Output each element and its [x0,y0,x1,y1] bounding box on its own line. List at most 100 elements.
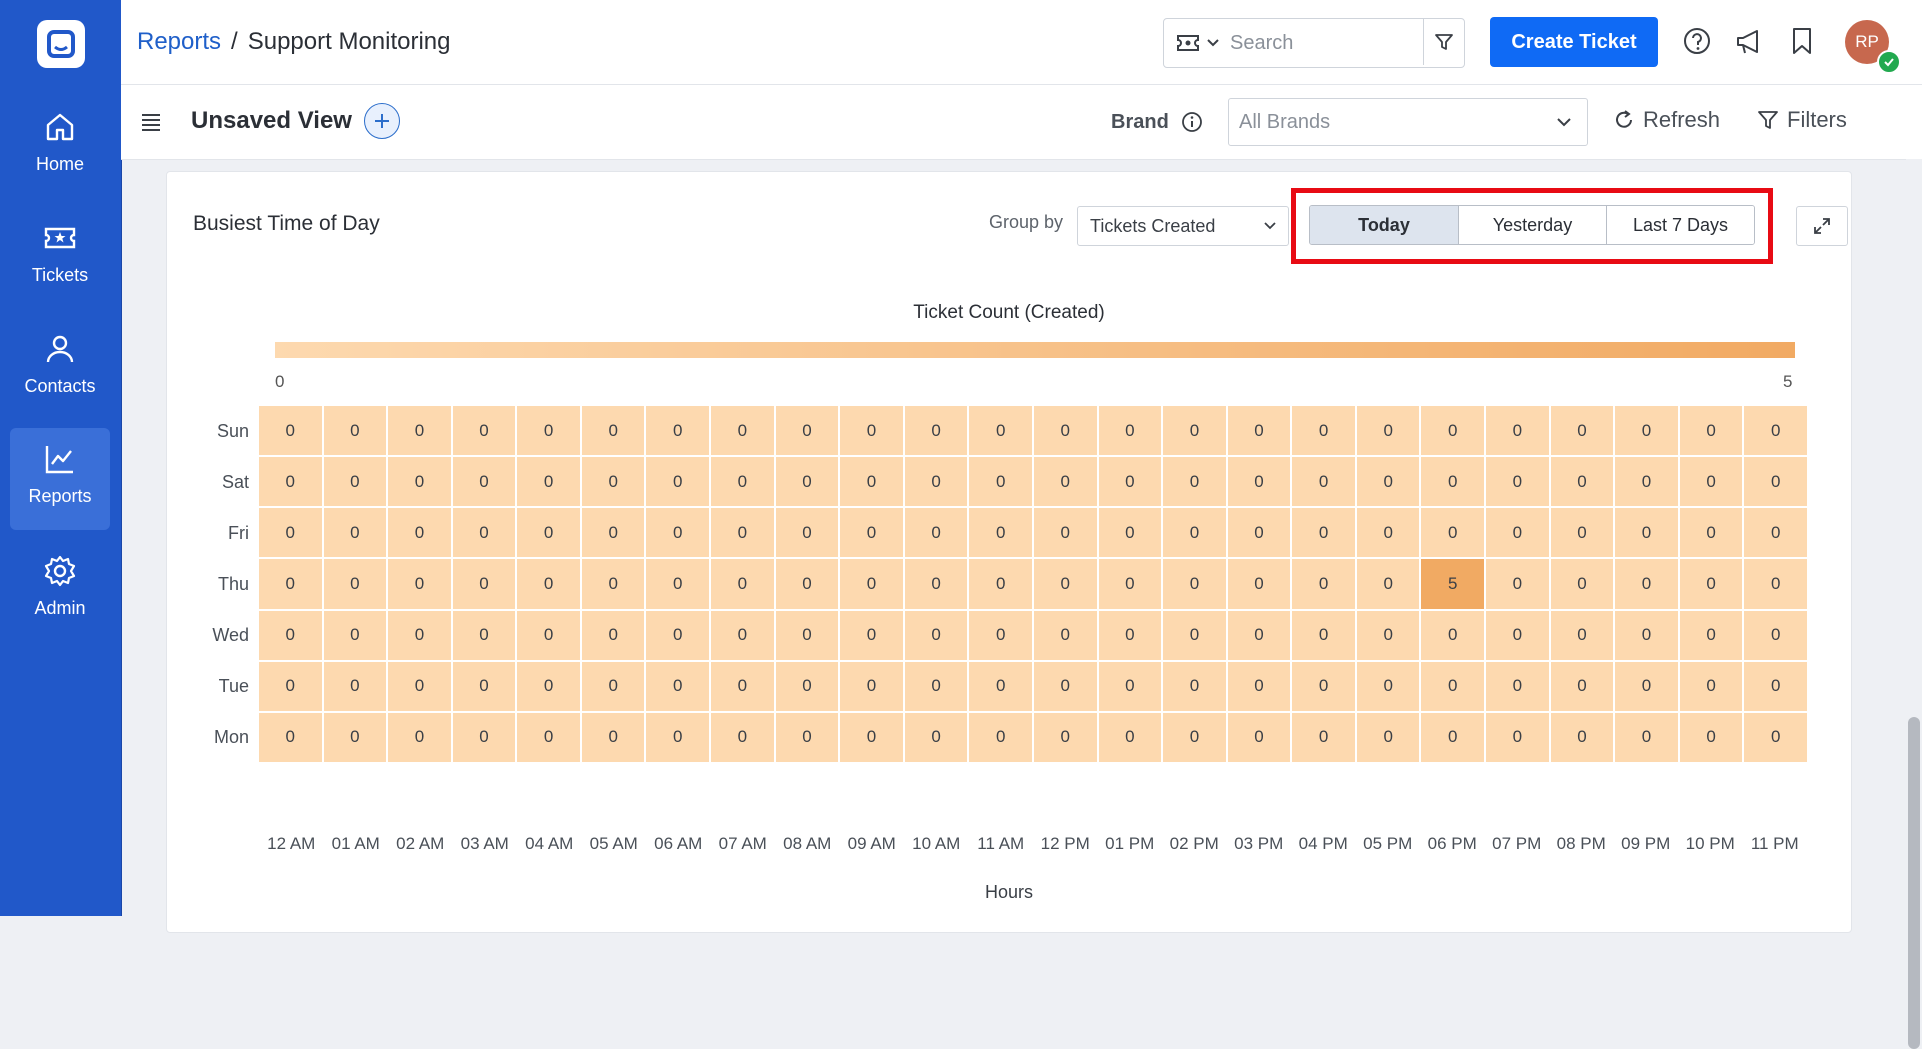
heatmap-cell[interactable]: 0 [1033,406,1097,456]
heatmap-cell[interactable]: 0 [1744,508,1807,558]
heatmap-cell[interactable]: 5 [1421,559,1485,609]
heatmap-cell[interactable]: 0 [452,610,516,660]
heatmap-cell[interactable]: 0 [969,610,1032,660]
heatmap-cell[interactable]: 0 [1550,406,1614,456]
heatmap-cell[interactable]: 0 [840,610,903,660]
heatmap-cell[interactable]: 0 [646,406,710,456]
heatmap-cell[interactable]: 0 [1098,661,1162,711]
heatmap-cell[interactable]: 0 [1744,559,1807,609]
heatmap-cell[interactable]: 0 [775,661,839,711]
heatmap-cell[interactable]: 0 [775,559,839,609]
heatmap-cell[interactable]: 0 [840,559,903,609]
refresh-button[interactable]: Refresh [1613,107,1720,133]
heatmap-cell[interactable]: 0 [1292,457,1355,507]
heatmap-cell[interactable]: 0 [323,712,387,762]
heatmap-cell[interactable]: 0 [1163,457,1226,507]
heatmap-cell[interactable]: 0 [1421,712,1485,762]
heatmap-cell[interactable]: 0 [1550,610,1614,660]
heatmap-cell[interactable]: 0 [388,457,451,507]
bookmark-button[interactable] [1785,24,1819,58]
heatmap-cell[interactable]: 0 [517,508,580,558]
heatmap-cell[interactable]: 0 [1679,457,1743,507]
heatmap-cell[interactable]: 0 [646,661,710,711]
scrollbar[interactable] [1906,159,1922,1049]
heatmap-cell[interactable]: 0 [1033,712,1097,762]
heatmap-cell[interactable]: 0 [259,559,322,609]
heatmap-cell[interactable]: 0 [1098,712,1162,762]
heatmap-cell[interactable]: 0 [1679,508,1743,558]
heatmap-cell[interactable]: 0 [517,457,580,507]
heatmap-cell[interactable]: 0 [840,712,903,762]
heatmap-cell[interactable]: 0 [1227,610,1291,660]
heatmap-cell[interactable]: 0 [1615,457,1678,507]
heatmap-cell[interactable]: 0 [904,406,968,456]
heatmap-cell[interactable]: 0 [1098,610,1162,660]
heatmap-cell[interactable]: 0 [711,508,774,558]
heatmap-cell[interactable]: 0 [1744,457,1807,507]
heatmap-cell[interactable]: 0 [1356,406,1420,456]
heatmap-cell[interactable]: 0 [1033,508,1097,558]
heatmap-cell[interactable]: 0 [323,661,387,711]
heatmap-cell[interactable]: 0 [711,712,774,762]
heatmap-cell[interactable]: 0 [1292,610,1355,660]
heatmap-cell[interactable]: 0 [904,457,968,507]
heatmap-cell[interactable]: 0 [581,661,645,711]
heatmap-cell[interactable]: 0 [1486,457,1549,507]
heatmap-cell[interactable]: 0 [775,457,839,507]
heatmap-cell[interactable]: 0 [452,406,516,456]
heatmap-cell[interactable]: 0 [1292,508,1355,558]
heatmap-cell[interactable]: 0 [1679,559,1743,609]
heatmap-cell[interactable]: 0 [1550,712,1614,762]
heatmap-cell[interactable]: 0 [259,610,322,660]
heatmap-cell[interactable]: 0 [904,712,968,762]
heatmap-cell[interactable]: 0 [1421,406,1485,456]
nav-item-contacts[interactable]: Contacts [10,322,110,424]
nav-item-reports[interactable]: Reports [10,428,110,530]
heatmap-cell[interactable]: 0 [259,508,322,558]
heatmap-cell[interactable]: 0 [775,610,839,660]
expand-button[interactable] [1796,206,1848,246]
heatmap-cell[interactable]: 0 [840,457,903,507]
heatmap-cell[interactable]: 0 [1098,559,1162,609]
app-logo[interactable] [37,20,85,68]
heatmap-cell[interactable]: 0 [1356,508,1420,558]
heatmap-cell[interactable]: 0 [581,406,645,456]
heatmap-cell[interactable]: 0 [969,406,1032,456]
range-last-7-days-button[interactable]: Last 7 Days [1606,206,1754,244]
heatmap-cell[interactable]: 0 [1550,457,1614,507]
heatmap-cell[interactable]: 0 [904,661,968,711]
heatmap-cell[interactable]: 0 [388,406,451,456]
heatmap-cell[interactable]: 0 [1550,559,1614,609]
heatmap-cell[interactable]: 0 [1615,661,1678,711]
heatmap-cell[interactable]: 0 [388,559,451,609]
heatmap-cell[interactable]: 0 [1356,712,1420,762]
heatmap-cell[interactable]: 0 [388,712,451,762]
heatmap-cell[interactable]: 0 [1615,712,1678,762]
heatmap-cell[interactable]: 0 [1163,712,1226,762]
heatmap-cell[interactable]: 0 [711,661,774,711]
heatmap-cell[interactable]: 0 [1227,406,1291,456]
heatmap-cell[interactable]: 0 [1615,406,1678,456]
heatmap-cell[interactable]: 0 [1679,712,1743,762]
brand-select[interactable]: All Brands [1228,98,1588,146]
heatmap-cell[interactable]: 0 [1163,508,1226,558]
heatmap-cell[interactable]: 0 [1292,559,1355,609]
heatmap-cell[interactable]: 0 [1744,661,1807,711]
heatmap-cell[interactable]: 0 [452,508,516,558]
heatmap-cell[interactable]: 0 [840,406,903,456]
heatmap-cell[interactable]: 0 [259,661,322,711]
heatmap-cell[interactable]: 0 [1163,406,1226,456]
heatmap-cell[interactable]: 0 [711,406,774,456]
heatmap-cell[interactable]: 0 [452,457,516,507]
heatmap-cell[interactable]: 0 [1227,457,1291,507]
heatmap-cell[interactable]: 0 [259,712,322,762]
heatmap-cell[interactable]: 0 [1550,508,1614,558]
breadcrumb-reports-link[interactable]: Reports [137,28,221,55]
heatmap-cell[interactable]: 0 [1486,559,1549,609]
heatmap-cell[interactable]: 0 [517,406,580,456]
heatmap-cell[interactable]: 0 [1356,457,1420,507]
heatmap-cell[interactable]: 0 [517,661,580,711]
heatmap-cell[interactable]: 0 [1744,406,1807,456]
search-input[interactable] [1228,27,1402,59]
heatmap-cell[interactable]: 0 [969,508,1032,558]
